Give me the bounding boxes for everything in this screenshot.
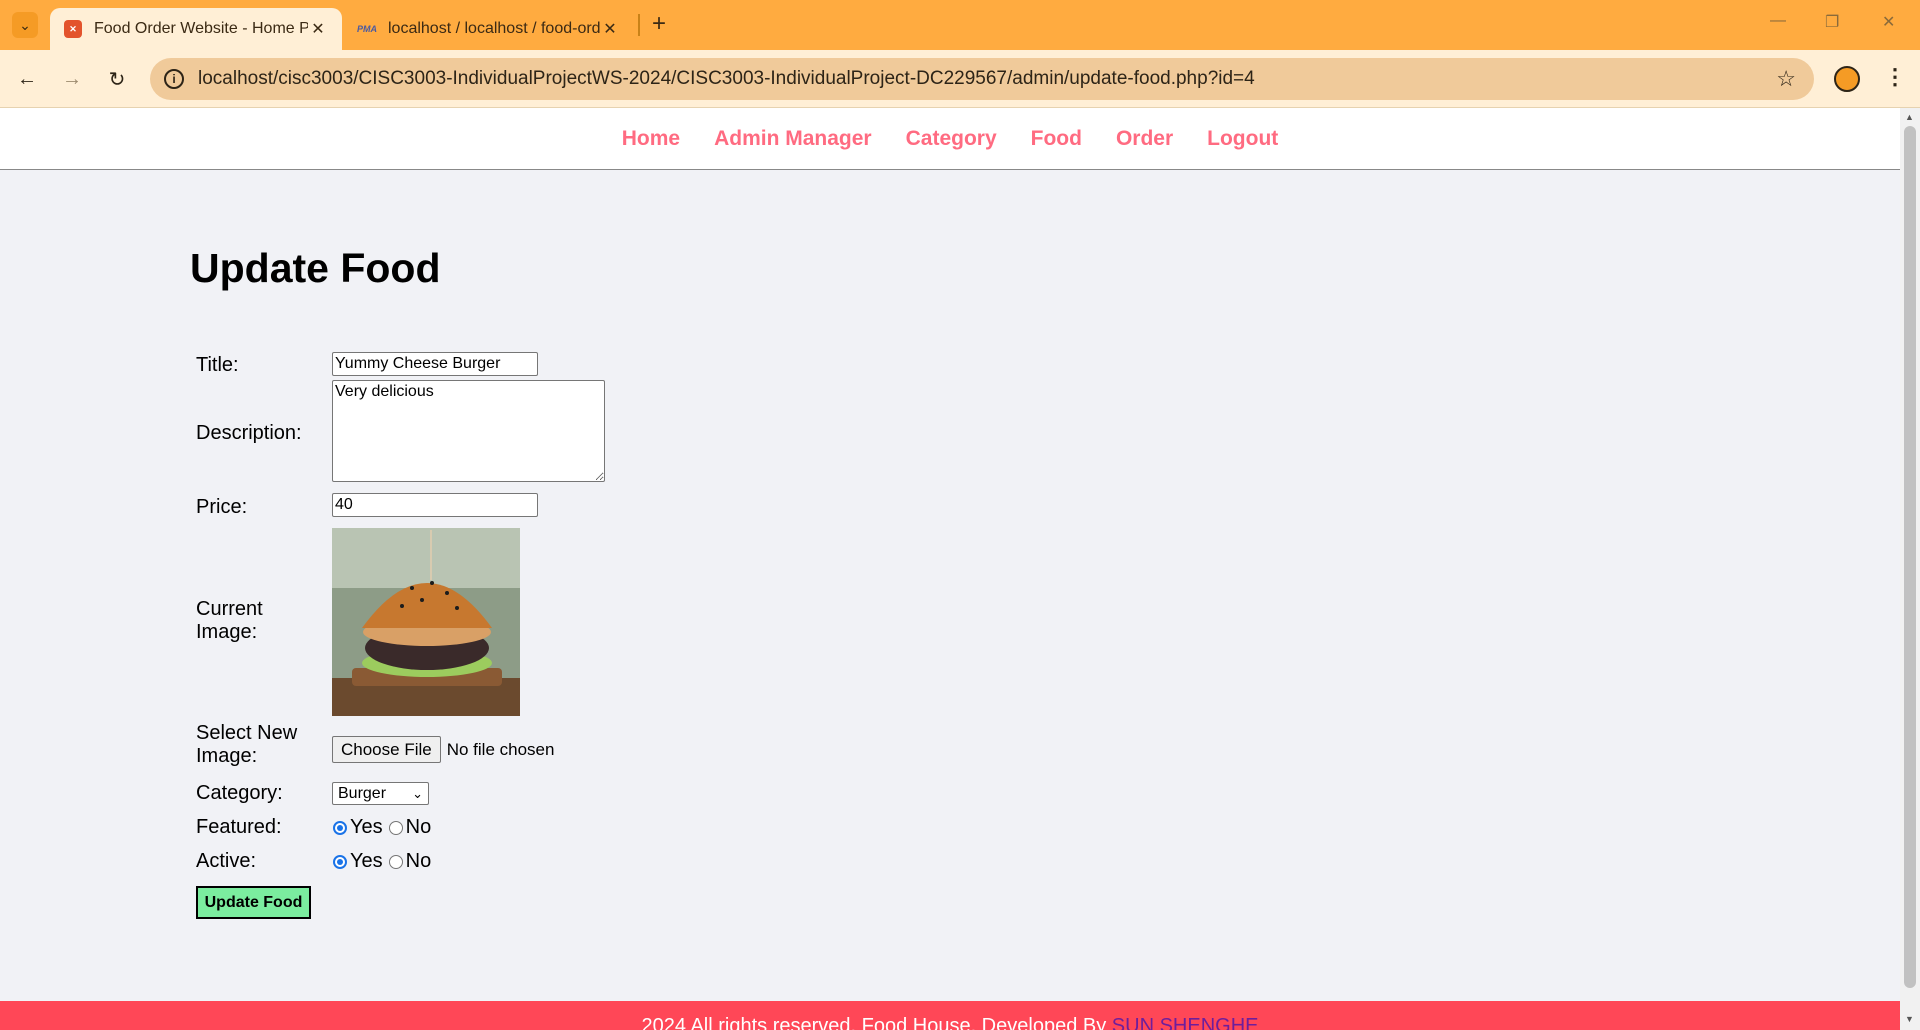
scrollbar-thumb[interactable] (1904, 126, 1916, 988)
address-bar[interactable]: i localhost/cisc3003/CISC3003-Individual… (150, 58, 1814, 100)
featured-no-label: No (405, 816, 432, 838)
current-image-label: Current Image: (196, 598, 263, 643)
profile-icon[interactable] (1834, 66, 1860, 92)
close-icon[interactable]: ✕ (308, 19, 328, 39)
browser-toolbar: ← → ↻ i localhost/cisc3003/CISC3003-Indi… (0, 50, 1920, 108)
footer: 2024 All rights reserved. Food House. De… (0, 1001, 1900, 1030)
forward-icon[interactable]: → (57, 64, 87, 94)
category-select[interactable]: Burger ⌄ (332, 782, 429, 805)
page-title: Update Food (190, 245, 441, 291)
featured-yes-radio[interactable] (333, 820, 347, 835)
description-textarea[interactable]: Very delicious (332, 380, 605, 482)
menu-logout[interactable]: Logout (1207, 127, 1278, 151)
browser-tab-bar: ⌄ ✕ Food Order Website - Home Page ✕ PMA… (0, 0, 1920, 50)
back-icon[interactable]: ← (12, 64, 42, 94)
scroll-down-icon[interactable]: ▼ (1905, 1014, 1914, 1024)
site-info-icon[interactable]: i (164, 69, 184, 89)
choose-file-button[interactable]: Choose File (332, 736, 441, 763)
tab-food-order[interactable]: ✕ Food Order Website - Home Page ✕ (50, 8, 342, 50)
pma-icon: PMA (357, 24, 377, 34)
url-text[interactable]: localhost/cisc3003/CISC3003-IndividualPr… (198, 68, 1776, 90)
featured-no-radio[interactable] (388, 820, 403, 835)
tab-phpmyadmin[interactable]: PMA localhost / localhost / food-order ✕ (344, 8, 634, 50)
menu-category[interactable]: Category (906, 127, 997, 151)
featured-label: Featured: (196, 816, 282, 838)
page-viewport: Home Admin Manager Category Food Order L… (0, 108, 1900, 1030)
title-input[interactable] (332, 352, 538, 376)
active-label: Active: (196, 850, 257, 872)
category-label: Category: (196, 782, 283, 804)
reload-icon[interactable]: ↻ (102, 64, 132, 94)
tab-search-button[interactable]: ⌄ (12, 12, 38, 38)
tab-separator (638, 14, 640, 36)
file-input[interactable]: Choose File No file chosen (332, 736, 554, 763)
menu-home[interactable]: Home (622, 127, 680, 151)
menu-order[interactable]: Order (1116, 127, 1173, 151)
active-yes-label: Yes (350, 850, 383, 872)
description-label: Description: (196, 422, 302, 444)
current-food-image (332, 528, 520, 716)
update-food-button[interactable]: Update Food (196, 886, 311, 919)
menu-kebab-icon[interactable]: ⋮ (1884, 64, 1906, 90)
price-label: Price: (196, 496, 248, 518)
xampp-icon: ✕ (64, 20, 82, 38)
file-status: No file chosen (446, 739, 555, 759)
featured-yes-label: Yes (350, 816, 383, 838)
restore-icon[interactable]: ❐ (1825, 12, 1839, 32)
active-no-radio[interactable] (388, 854, 403, 869)
footer-author-link[interactable]: SUN SHENGHE (1112, 1015, 1259, 1030)
admin-menu: Home Admin Manager Category Food Order L… (0, 108, 1900, 170)
active-no-label: No (405, 850, 432, 872)
scroll-up-icon[interactable]: ▲ (1905, 112, 1914, 122)
price-input[interactable] (332, 493, 538, 517)
menu-food[interactable]: Food (1031, 127, 1082, 151)
active-yes-radio[interactable] (333, 854, 347, 869)
new-image-label: Select New Image: (196, 722, 298, 767)
active-radio-group: Yes No (332, 850, 431, 873)
tab-title: localhost / localhost / food-order (388, 20, 600, 37)
title-label: Title: (196, 354, 239, 376)
featured-radio-group: Yes No (332, 816, 431, 839)
menu-admin-manager[interactable]: Admin Manager (714, 127, 872, 151)
category-selected: Burger (338, 784, 387, 802)
new-tab-icon[interactable]: + (652, 10, 666, 38)
minimize-icon[interactable]: — (1770, 12, 1786, 30)
window-close-icon[interactable]: ✕ (1882, 12, 1895, 32)
tab-title: Food Order Website - Home Page (94, 20, 308, 37)
footer-text: 2024 All rights reserved. Food House. De… (641, 1015, 1107, 1030)
bookmark-star-icon[interactable]: ☆ (1776, 66, 1796, 92)
close-icon[interactable]: ✕ (600, 19, 620, 39)
chevron-down-icon: ⌄ (412, 785, 423, 801)
vertical-scrollbar[interactable]: ▲ ▼ (1900, 108, 1920, 1030)
